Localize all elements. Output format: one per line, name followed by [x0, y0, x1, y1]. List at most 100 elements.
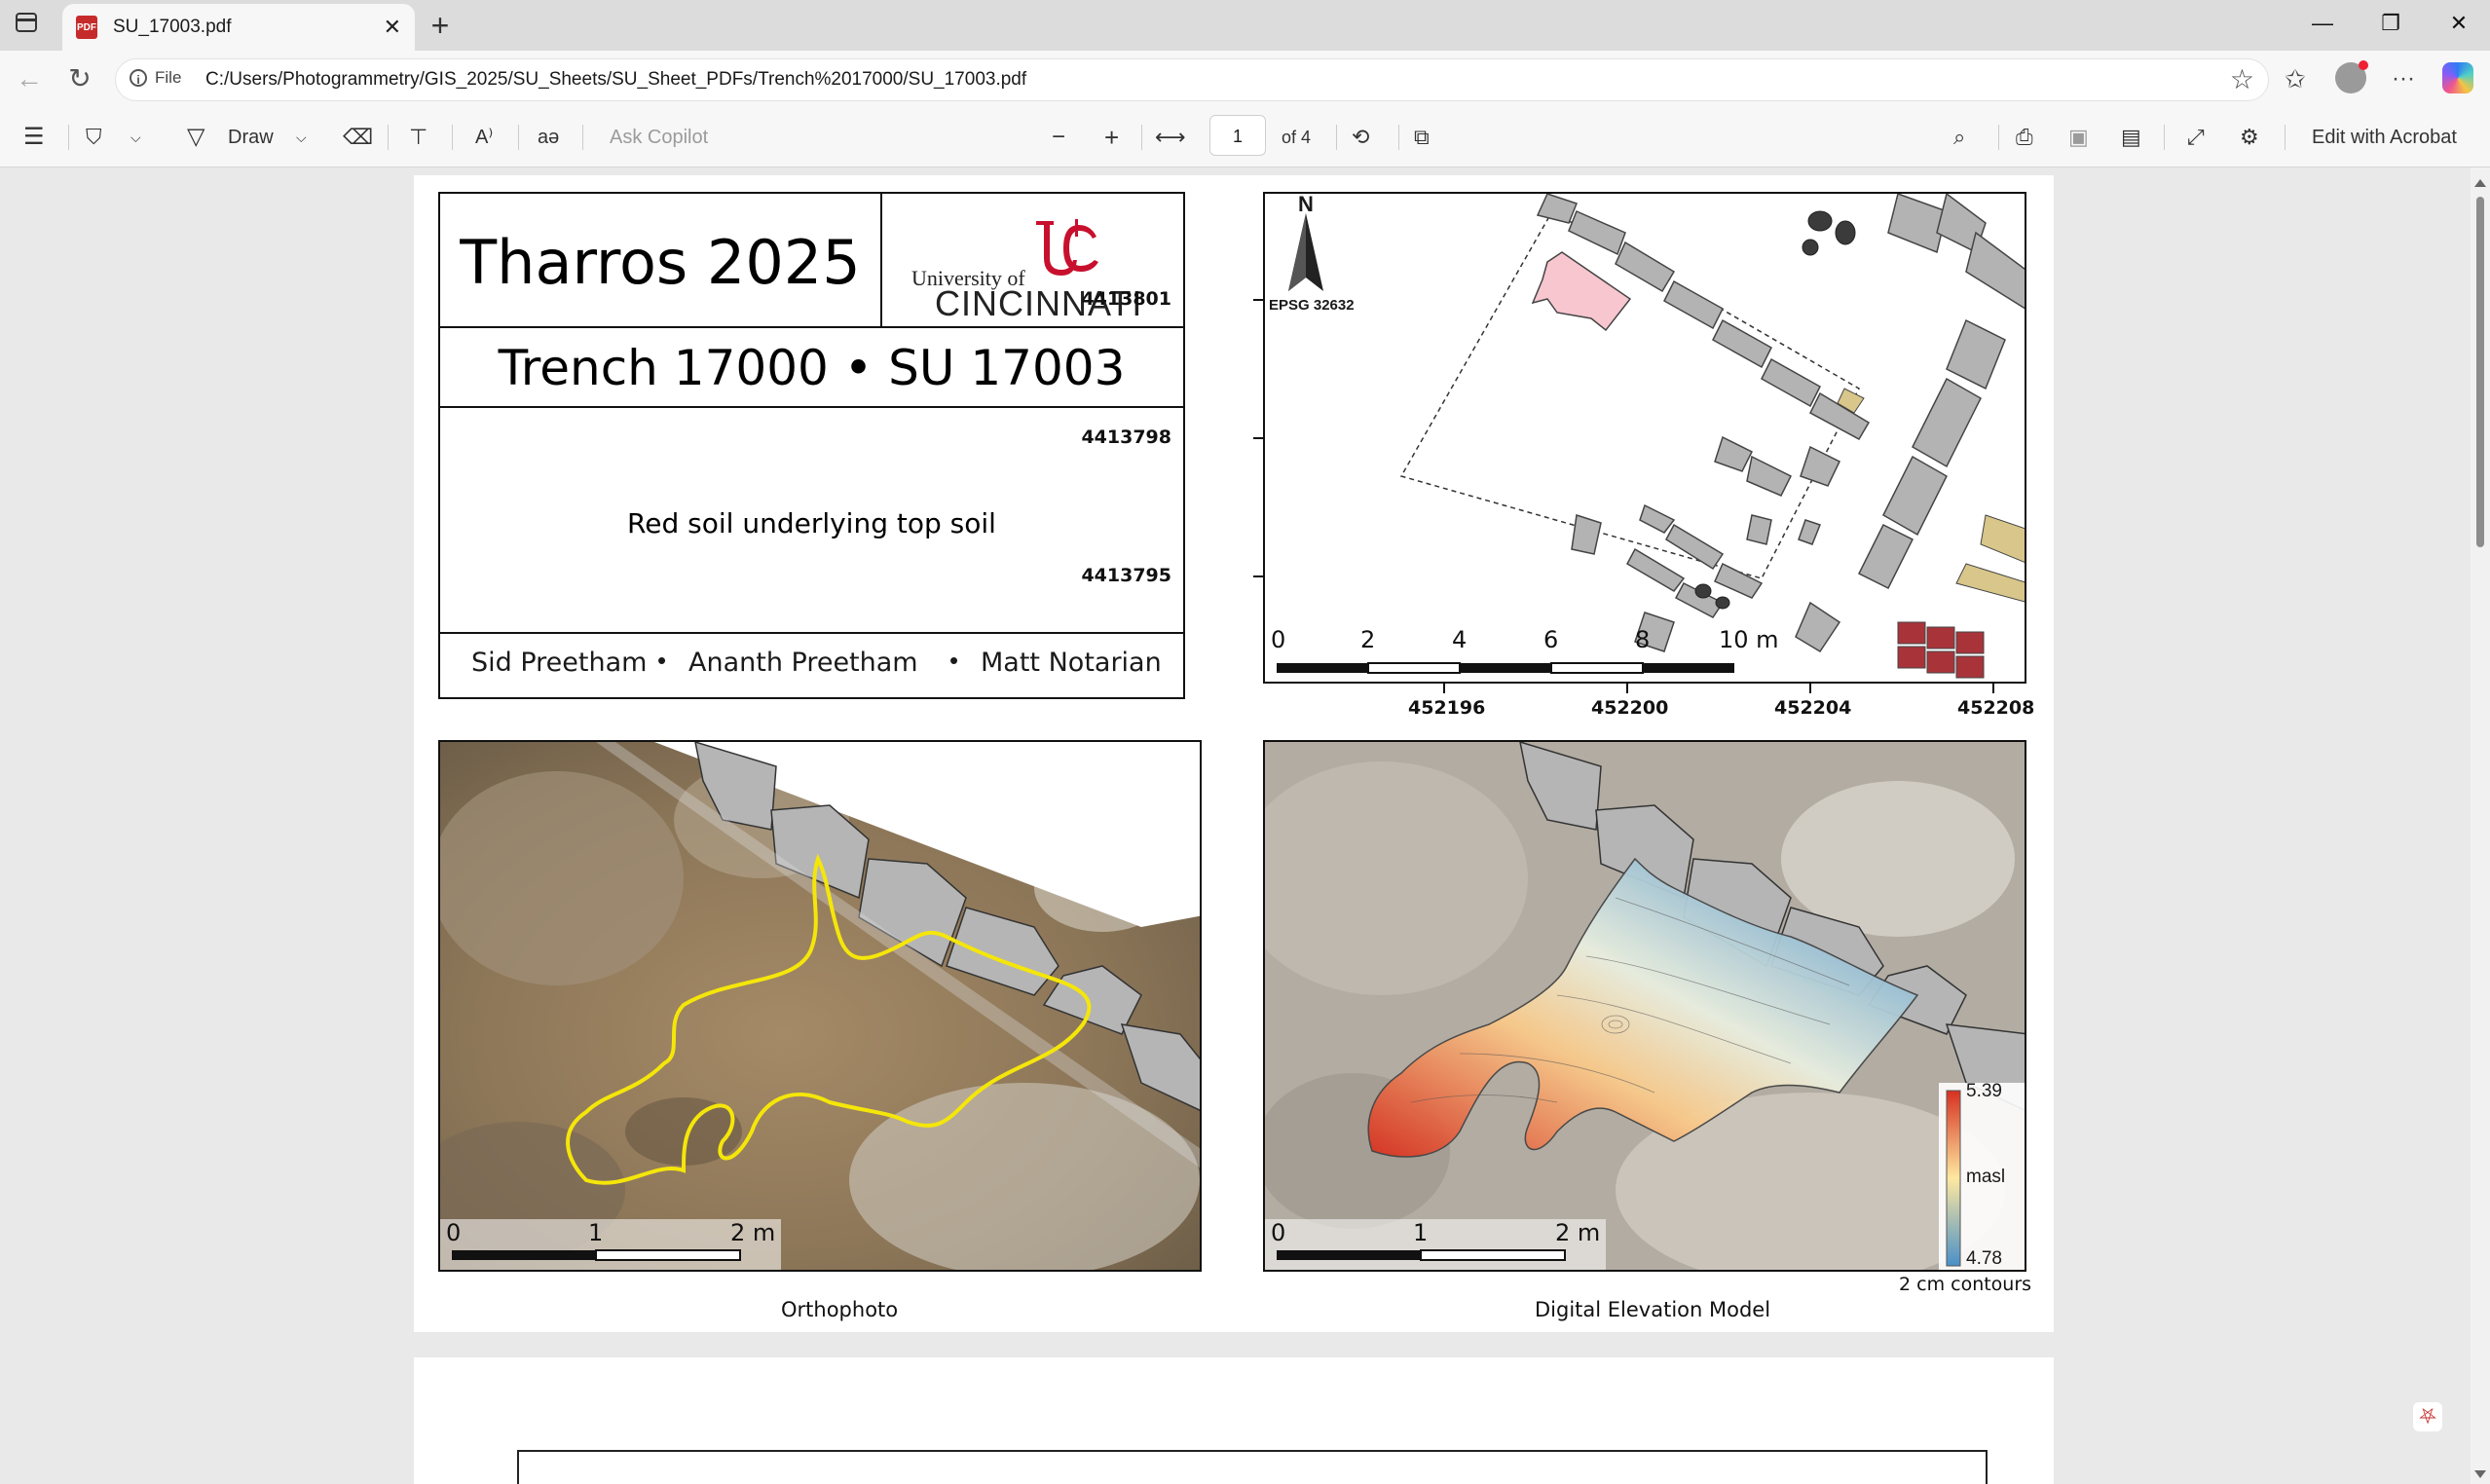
divider: [1398, 125, 1399, 150]
save-icon[interactable]: ▣: [2068, 119, 2089, 156]
title-bar: PDF SU_17003.pdf ✕ + — ❐ ✕: [0, 0, 2490, 51]
ask-copilot-button[interactable]: Ask Copilot: [610, 119, 708, 156]
rotate-icon[interactable]: ⟲: [1352, 119, 1369, 156]
minimize-button[interactable]: —: [2293, 0, 2352, 47]
legend-min: 4.78: [1966, 1248, 2002, 1269]
project-title: Tharros 2025: [460, 227, 861, 298]
tick: [1253, 299, 1263, 301]
avatar[interactable]: [2335, 60, 2368, 93]
print-icon[interactable]: ⎙: [2016, 119, 2033, 156]
tab-su-17003[interactable]: PDF SU_17003.pdf ✕: [62, 4, 415, 51]
draw-button[interactable]: Draw: [228, 119, 274, 156]
vertical-scrollbar[interactable]: [2471, 167, 2490, 1484]
scale-label: 1: [588, 1219, 604, 1246]
address-bar: ← ↻ i File C:/Users/Photogrammetry/GIS_2…: [0, 51, 2490, 107]
favorite-star-icon[interactable]: ☆: [2230, 63, 2254, 95]
scale-label: 10 m: [1719, 626, 1779, 653]
chevron-down-icon[interactable]: ⌵: [130, 119, 141, 156]
divider: [388, 125, 389, 150]
pdf-page-2: [414, 1357, 2054, 1484]
divider: [2164, 125, 2165, 150]
scale-label: 6: [1543, 626, 1559, 653]
pdf-icon: PDF: [76, 16, 97, 39]
divider: [582, 125, 583, 150]
legend-max: 5.39: [1966, 1081, 2002, 1101]
reload-icon[interactable]: ↻: [60, 59, 99, 98]
acrobat-icon[interactable]: ⛧: [2413, 1402, 2442, 1431]
draw-icon[interactable]: ▽: [187, 119, 204, 156]
contours-note: 2 cm contours: [1899, 1274, 2032, 1295]
text-box-icon[interactable]: ⊤: [409, 119, 427, 156]
scale-label: 2: [1360, 626, 1376, 653]
site-info-chip[interactable]: i File: [130, 68, 181, 88]
save-as-icon[interactable]: ▤: [2121, 119, 2141, 156]
trench-su-title: Trench 17000 • SU 17003: [498, 340, 1126, 396]
contents-icon[interactable]: ☰: [23, 119, 45, 156]
sidebar-toggle-icon[interactable]: [16, 13, 37, 32]
page-number-input[interactable]: 1: [1209, 115, 1266, 156]
restore-button[interactable]: ❐: [2361, 0, 2420, 47]
more-menu-icon[interactable]: ···: [2392, 59, 2415, 98]
divider: [440, 406, 1183, 408]
bullet: •: [657, 646, 667, 675]
scale-label: 2 m: [1555, 1219, 1601, 1246]
scale-label: 2 m: [730, 1219, 776, 1246]
eraser-icon[interactable]: ⌫: [343, 119, 373, 156]
dem-image: [1265, 742, 2025, 1270]
fullscreen-icon[interactable]: ⤢: [2187, 119, 2205, 156]
scale-label: 4: [1452, 626, 1468, 653]
tick: [1809, 684, 1811, 693]
tab-title: SU_17003.pdf: [113, 17, 232, 37]
favorites-icon[interactable]: ✩: [2285, 59, 2306, 98]
new-tab-button[interactable]: +: [421, 6, 460, 45]
scale-label: 0: [446, 1219, 462, 1246]
back-icon[interactable]: ←: [10, 59, 49, 98]
project-cell: Tharros 2025: [440, 194, 882, 326]
scale-label: 0: [1271, 1219, 1286, 1246]
scale-label: 8: [1635, 626, 1651, 653]
authors-row: Sid Preetham • Ananth Preetham • Matt No…: [440, 634, 1183, 697]
author-2: Ananth Preetham: [688, 648, 918, 678]
scroll-down-icon[interactable]: [2474, 1470, 2486, 1478]
divider: [1336, 125, 1337, 150]
copilot-icon[interactable]: [2442, 62, 2473, 93]
close-window-button[interactable]: ✕: [2430, 0, 2488, 47]
orthophoto-caption: Orthophoto: [781, 1298, 899, 1321]
author-1: Sid Preetham: [471, 648, 648, 678]
highlight-icon[interactable]: ⛉: [86, 119, 102, 156]
pdf-viewer[interactable]: Tharros 2025 University of CINCINNATI Tr…: [0, 167, 2490, 1484]
zoom-in-icon[interactable]: +: [1104, 119, 1119, 156]
translate-icon[interactable]: aə: [538, 119, 559, 156]
x-coord-label: 452196: [1408, 697, 1486, 719]
info-icon: i: [130, 69, 147, 87]
edit-with-acrobat-button[interactable]: Edit with Acrobat: [2312, 119, 2457, 156]
scroll-up-icon[interactable]: [2474, 179, 2486, 187]
divider: [440, 326, 1183, 328]
epsg-label: EPSG 32632: [1269, 297, 1355, 314]
scale-label: 1: [1413, 1219, 1429, 1246]
divider: [68, 125, 69, 150]
url-box[interactable]: i File C:/Users/Photogrammetry/GIS_2025/…: [115, 58, 2269, 101]
read-aloud-icon[interactable]: A⁾: [475, 119, 493, 156]
divider: [2285, 125, 2286, 150]
url-text[interactable]: C:/Users/Photogrammetry/GIS_2025/SU_Shee…: [205, 69, 1026, 91]
dem-caption: Digital Elevation Model: [1535, 1298, 1771, 1321]
close-tab-icon[interactable]: ✕: [384, 15, 401, 40]
tick: [1253, 575, 1263, 577]
settings-gear-icon[interactable]: ⚙: [2240, 119, 2259, 156]
search-icon[interactable]: ⌕: [1953, 119, 1965, 156]
zoom-out-icon[interactable]: −: [1052, 119, 1065, 156]
x-coord-label: 452208: [1957, 697, 2035, 719]
divider: [518, 125, 519, 150]
x-coord-label: 452200: [1591, 697, 1669, 719]
fit-width-icon[interactable]: ⟷: [1155, 119, 1186, 156]
su-description: Red soil underlying top soil: [627, 507, 996, 539]
dem-map: 0 1 2 m 5.39 masl 4.78: [1263, 740, 2026, 1272]
chevron-down-icon[interactable]: ⌵: [296, 119, 307, 156]
tick: [1626, 684, 1628, 693]
site-plan-drawing: [1265, 194, 2025, 682]
scrollbar-thumb[interactable]: [2476, 197, 2484, 547]
pdf-toolbar: ☰ ⛉ ⌵ ▽ Draw ⌵ ⌫ ⊤ A⁾ aə Ask Copilot − +…: [0, 107, 2490, 167]
tick: [1253, 437, 1263, 439]
page-view-icon[interactable]: ⧉: [1414, 119, 1430, 156]
